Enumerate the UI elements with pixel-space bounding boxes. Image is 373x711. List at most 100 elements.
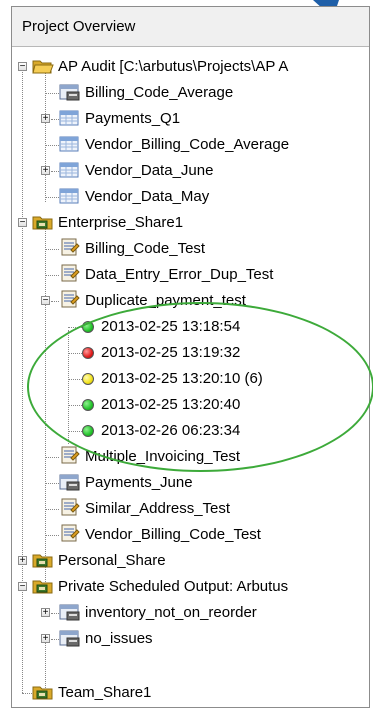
status-green-icon	[82, 425, 94, 437]
tree-item-label: Data_Entry_Error_Dup_Test	[85, 266, 274, 283]
tree-item-multiple-invoicing-test[interactable]: Multiple_Invoicing_Test	[12, 444, 369, 470]
script-icon	[61, 446, 80, 464]
tree-line	[45, 535, 59, 536]
tree-line	[68, 327, 82, 328]
tree-line	[51, 171, 59, 172]
tree-item-label: Payments_Q1	[85, 110, 181, 127]
expand-toggle[interactable]: +	[41, 114, 50, 124]
collapse-toggle[interactable]: −	[41, 296, 50, 306]
tree-item-label: Similar_Address_Test	[85, 500, 231, 517]
collapse-toggle[interactable]: −	[18, 582, 27, 592]
tree-item-label: 2013-02-25 13:20:10 (6)	[101, 370, 263, 387]
tree-item-result-run[interactable]: 2013-02-25 13:19:32	[12, 340, 369, 366]
tree-item-label: 2013-02-25 13:20:40	[101, 396, 241, 413]
expand-toggle[interactable]: +	[41, 634, 50, 644]
script-icon	[61, 264, 80, 282]
table-layout-icon	[59, 84, 80, 101]
tree-item-label: Multiple_Invoicing_Test	[85, 448, 241, 465]
status-red-icon	[82, 347, 94, 359]
tree-item-no-issues[interactable]: + no_issues	[12, 626, 369, 652]
tree-line	[45, 509, 59, 510]
tree-item-payments-june[interactable]: Payments_June	[12, 470, 369, 496]
table-layout-icon	[59, 604, 80, 621]
collapse-toggle[interactable]: −	[18, 62, 27, 72]
tree-item-label: Private Scheduled Output: Arbutus	[58, 578, 289, 595]
tree-item-label: Duplicate_payment_test	[85, 292, 246, 309]
tree-line	[45, 93, 59, 94]
script-icon	[61, 290, 80, 308]
tree-item-label: AP Audit [C:\arbutus\Projects\AP A	[58, 58, 289, 75]
tree-line	[45, 249, 59, 250]
project-overview-panel: Project Overview − AP Audit [C:\arbutus\…	[11, 6, 370, 708]
tree-item-data-entry-error-dup-test[interactable]: Data_Entry_Error_Dup_Test	[12, 262, 369, 288]
script-icon	[61, 238, 80, 256]
tree-item-label: Vendor_Billing_Code_Average	[85, 136, 290, 153]
tree-item-label: no_issues	[85, 630, 153, 647]
expand-toggle[interactable]: +	[41, 166, 50, 176]
tree-item-label: 2013-02-26 06:23:34	[101, 422, 241, 439]
status-yellow-icon	[82, 373, 94, 385]
tree-line	[45, 197, 59, 198]
tree-item-ap-audit[interactable]: − AP Audit [C:\arbutus\Projects\AP A	[12, 54, 369, 80]
table-layout-icon	[59, 474, 80, 491]
tree-item-result-run[interactable]: 2013-02-25 13:20:10 (6)	[12, 366, 369, 392]
tree-item-label: Billing_Code_Average	[85, 84, 234, 101]
table-layout-icon	[59, 630, 80, 647]
tree-line	[68, 405, 82, 406]
tree-item-inventory-not-on-reorder[interactable]: + inventory_not_on_reorder	[12, 600, 369, 626]
tree-item-personal-share[interactable]: + Personal_Share	[12, 548, 369, 574]
table-icon	[59, 188, 79, 204]
project-tree: − AP Audit [C:\arbutus\Projects\AP A Bil…	[12, 48, 369, 707]
tree-item-enterprise-share1[interactable]: − Enterprise_Share1	[12, 210, 369, 236]
tree-item-vendor-data-june[interactable]: + Vendor_Data_June	[12, 158, 369, 184]
tree-line	[68, 379, 82, 380]
tree-item-billing-code-average[interactable]: Billing_Code_Average	[12, 80, 369, 106]
tree-item-label: 2013-02-25 13:19:32	[101, 344, 241, 361]
tree-item-similar-address-test[interactable]: Similar_Address_Test	[12, 496, 369, 522]
expand-toggle[interactable]: +	[18, 556, 27, 566]
tree-line	[45, 275, 59, 276]
table-icon	[59, 162, 79, 178]
tree-item-result-run[interactable]: 2013-02-26 06:23:34	[12, 418, 369, 444]
script-icon	[61, 498, 80, 516]
share-folder-icon	[32, 554, 53, 568]
tree-line	[68, 353, 82, 354]
tree-item-result-run[interactable]: 2013-02-25 13:18:54	[12, 314, 369, 340]
collapse-toggle[interactable]: −	[18, 218, 27, 228]
folder-open-icon	[32, 60, 54, 74]
tree-item-vendor-billing-code-test[interactable]: Vendor_Billing_Code_Test	[12, 522, 369, 548]
tree-line	[68, 431, 82, 432]
tree-item-payments-q1[interactable]: + Payments_Q1	[12, 106, 369, 132]
tree-item-label: Vendor_Billing_Code_Test	[85, 526, 261, 543]
tree-item-vendor-billing-code-average[interactable]: Vendor_Billing_Code_Average	[12, 132, 369, 158]
table-icon	[59, 136, 79, 152]
tree-item-label: Payments_June	[85, 474, 193, 491]
tree-line	[45, 457, 59, 458]
tree-item-duplicate-payment-test[interactable]: − Duplicate_payment_test	[12, 288, 369, 314]
tree-item-billing-code-test[interactable]: Billing_Code_Test	[12, 236, 369, 262]
tree-item-label: Personal_Share	[58, 552, 166, 569]
tree-line	[51, 639, 59, 640]
tree-item-label: Enterprise_Share1	[58, 214, 184, 231]
tree-line	[45, 145, 59, 146]
tree-item-team-share1[interactable]: Team_Share1	[12, 680, 369, 706]
tree-item-label: Vendor_Data_May	[85, 188, 210, 205]
tree-line	[51, 119, 59, 120]
panel-title: Project Overview	[12, 7, 369, 47]
expand-toggle[interactable]: +	[41, 608, 50, 618]
tree-item-vendor-data-may[interactable]: Vendor_Data_May	[12, 184, 369, 210]
share-folder-icon	[32, 216, 53, 230]
share-folder-icon	[32, 686, 53, 700]
status-green-icon	[82, 321, 94, 333]
share-folder-icon	[32, 580, 53, 594]
tree-item-private-scheduled-output[interactable]: − Private Scheduled Output: Arbutus	[12, 574, 369, 600]
table-icon	[59, 110, 79, 126]
tree-item-label: Billing_Code_Test	[85, 240, 206, 257]
script-icon	[61, 524, 80, 542]
tree-line	[51, 613, 59, 614]
tree-line	[45, 483, 59, 484]
tree-item-label: inventory_not_on_reorder	[85, 604, 257, 621]
status-green-icon	[82, 399, 94, 411]
tree-item-result-run[interactable]: 2013-02-25 13:20:40	[12, 392, 369, 418]
tree-item-label: Vendor_Data_June	[85, 162, 214, 179]
